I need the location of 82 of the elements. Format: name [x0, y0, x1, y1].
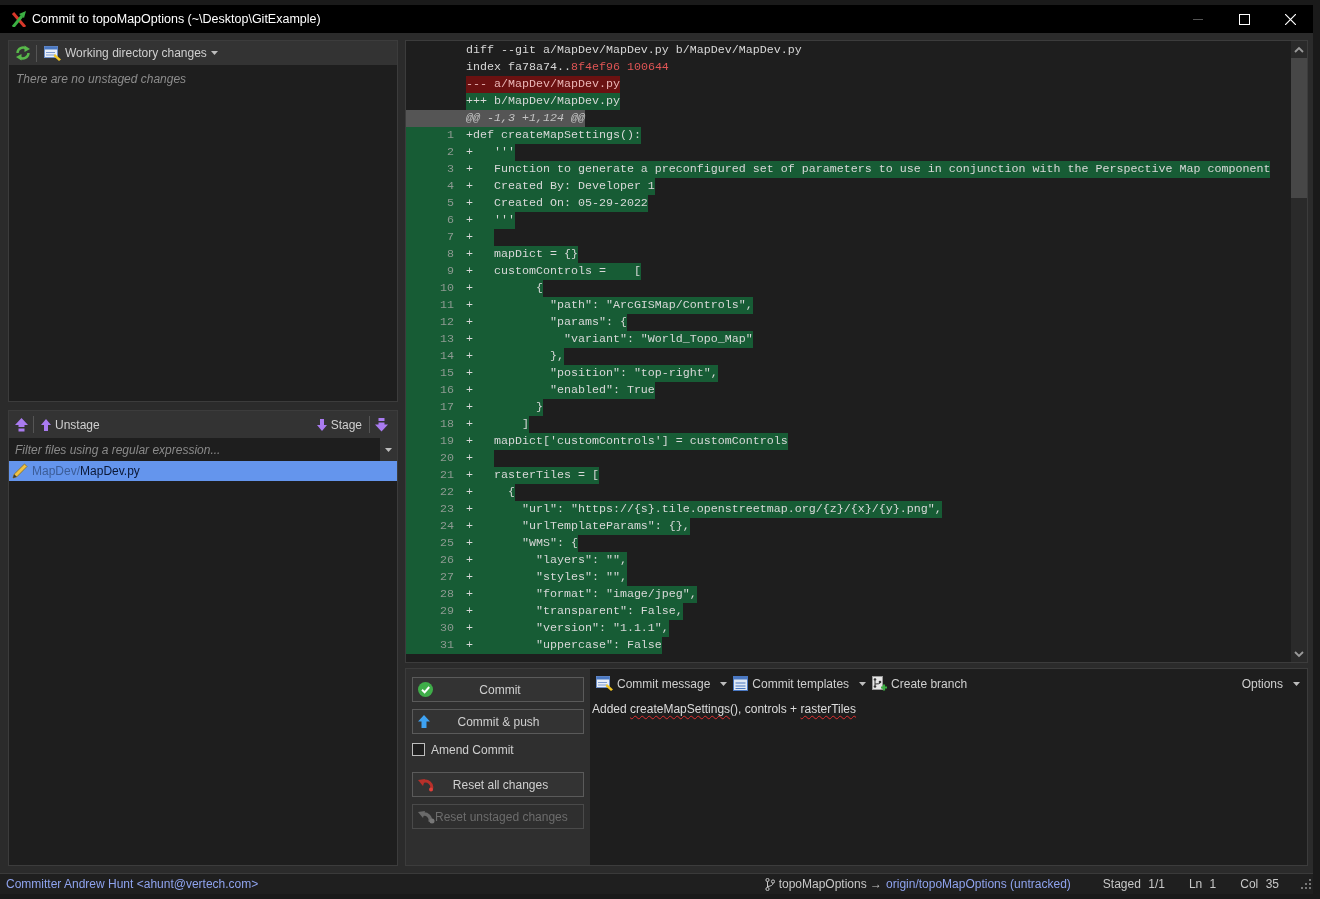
hunk-header: @@ -1,3 +1,124 @@: [406, 110, 585, 127]
minimize-icon: [1193, 18, 1203, 20]
chevron-up-icon[interactable]: [1294, 45, 1304, 54]
status-field: Col 35: [1240, 875, 1279, 893]
line-number: 11: [406, 297, 466, 314]
commit-push-button[interactable]: Commit & push: [412, 709, 584, 734]
line-number: 21: [406, 467, 466, 484]
up-arrow-icon: [418, 715, 430, 728]
reset-all-button[interactable]: Reset all changes: [412, 772, 584, 797]
line-number: 27: [406, 569, 466, 586]
undo-arrow-icon: [418, 777, 434, 792]
refresh-icon[interactable]: [15, 45, 31, 61]
line-number: 16: [406, 382, 466, 399]
checkbox-label: Amend Commit: [431, 741, 514, 759]
empty-message: There are no unstaged changes: [15, 71, 188, 88]
line-number: 29: [406, 603, 466, 620]
line-number: 1: [406, 127, 466, 144]
line-number: 28: [406, 586, 466, 603]
checkbox[interactable]: [412, 743, 425, 756]
line-number: 23: [406, 501, 466, 518]
branch-plus-icon: [872, 676, 888, 691]
window-list-icon: [596, 676, 613, 691]
branch-icon: [764, 877, 775, 891]
committer-link[interactable]: Committer Andrew Hunt <ahunt@vertech.com>: [6, 875, 259, 893]
double-up-arrow-icon[interactable]: [15, 417, 28, 432]
line-number: 15: [406, 365, 466, 382]
line-number: 19: [406, 433, 466, 450]
unstage-button[interactable]: Unstage: [39, 415, 102, 434]
pencil-icon: [12, 463, 28, 479]
line-number: 3: [406, 161, 466, 178]
check-circle-icon: [418, 682, 433, 697]
double-down-arrow-icon[interactable]: [375, 417, 388, 432]
diff-header-line: diff --git a/MapDev/MapDev.py b/MapDev/MapDev.py: [466, 42, 802, 59]
app-icon: [11, 11, 27, 27]
line-number: 30: [406, 620, 466, 637]
remote-branch-link[interactable]: origin/topoMapOptions (untracked): [886, 875, 1071, 893]
line-number: 9: [406, 263, 466, 280]
window-list-icon: [44, 45, 61, 61]
line-number: 20: [406, 450, 466, 467]
options-menu[interactable]: Options: [1238, 674, 1303, 693]
up-arrow-icon: [41, 418, 51, 431]
file-list-item[interactable]: MapDev/MapDev.py: [9, 461, 397, 481]
commit-button[interactable]: Commit: [412, 677, 584, 702]
template-list-icon: [733, 676, 749, 691]
line-number: 18: [406, 416, 466, 433]
line-number: 6: [406, 212, 466, 229]
commit-message-field[interactable]: Added createMapSettings(), controls + rasterTiles: [590, 698, 1307, 865]
status-field: Ln 1: [1188, 875, 1217, 893]
undo-arrow-icon: [418, 809, 435, 824]
line-number: 8: [406, 246, 466, 263]
maximize-icon: [1238, 13, 1250, 25]
stage-button[interactable]: Stage: [314, 415, 364, 434]
scrollbar[interactable]: [1291, 41, 1307, 662]
diff-header-line: index fa78a74..8f4ef96 100644: [466, 59, 669, 76]
line-number: 4: [406, 178, 466, 195]
line-number: 17: [406, 399, 466, 416]
commit-message-menu[interactable]: Commit message: [593, 674, 731, 693]
line-number: 5: [406, 195, 466, 212]
line-number: 12: [406, 314, 466, 331]
resize-grip-icon[interactable]: [1299, 877, 1313, 891]
down-arrow-icon: [316, 418, 327, 431]
window-title: Commit to topoMapOptions (~\Desktop\GitExample): [32, 10, 321, 28]
line-number: 7: [406, 229, 466, 246]
caret-down-icon: [210, 51, 218, 55]
close-icon: [1284, 13, 1296, 25]
chevron-down-icon[interactable]: [1294, 649, 1304, 658]
scrollbar-thumb[interactable]: [1291, 58, 1307, 198]
commit-templates-menu[interactable]: Commit templates: [730, 674, 870, 693]
line-number: 31: [406, 637, 466, 654]
line-number: 22: [406, 484, 466, 501]
line-number: 13: [406, 331, 466, 348]
line-number: 25: [406, 535, 466, 552]
line-number: 14: [406, 348, 466, 365]
line-number: 24: [406, 518, 466, 535]
caret-down-icon: [385, 447, 392, 452]
branch-name: topoMapOptions →: [778, 876, 883, 893]
line-number: 26: [406, 552, 466, 569]
status-field: Staged 1/1: [1102, 875, 1165, 893]
filter-dropdown-button[interactable]: [380, 438, 397, 461]
line-number: 2: [406, 144, 466, 161]
line-number: 10: [406, 280, 466, 297]
create-branch-button[interactable]: Create branch: [869, 674, 971, 693]
